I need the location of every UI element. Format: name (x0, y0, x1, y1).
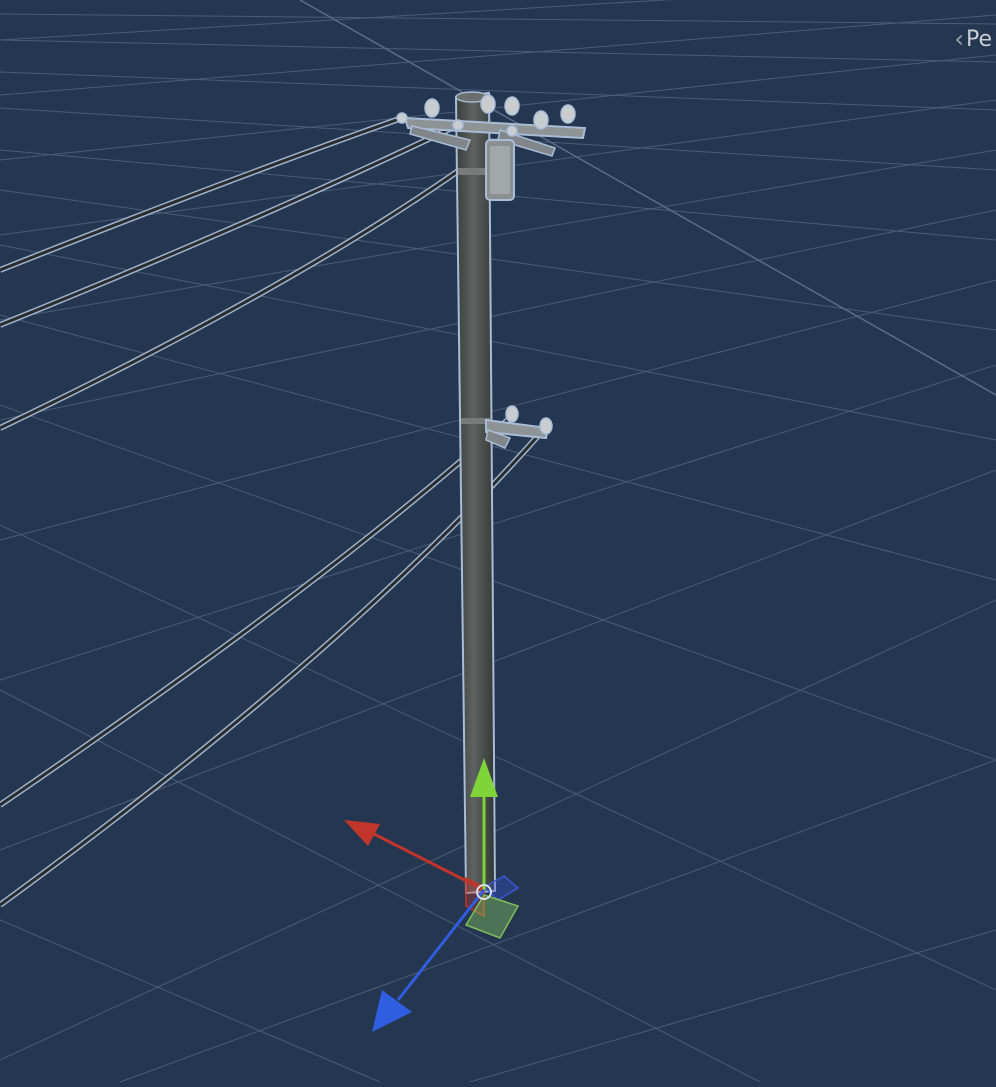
projection-label-text: Pe (965, 26, 992, 52)
z-axis-arrow-icon[interactable] (372, 990, 412, 1032)
x-axis-arrow-icon[interactable] (344, 820, 380, 846)
projection-mode-label[interactable]: ‹ Pe (954, 24, 996, 54)
lower-crossarm[interactable] (485, 405, 553, 449)
scene-viewport[interactable]: ‹ Pe (0, 0, 996, 1083)
chevron-left-icon: ‹ (954, 25, 964, 53)
z-axis-line[interactable] (396, 889, 486, 1001)
scene-canvas[interactable] (0, 0, 996, 1083)
